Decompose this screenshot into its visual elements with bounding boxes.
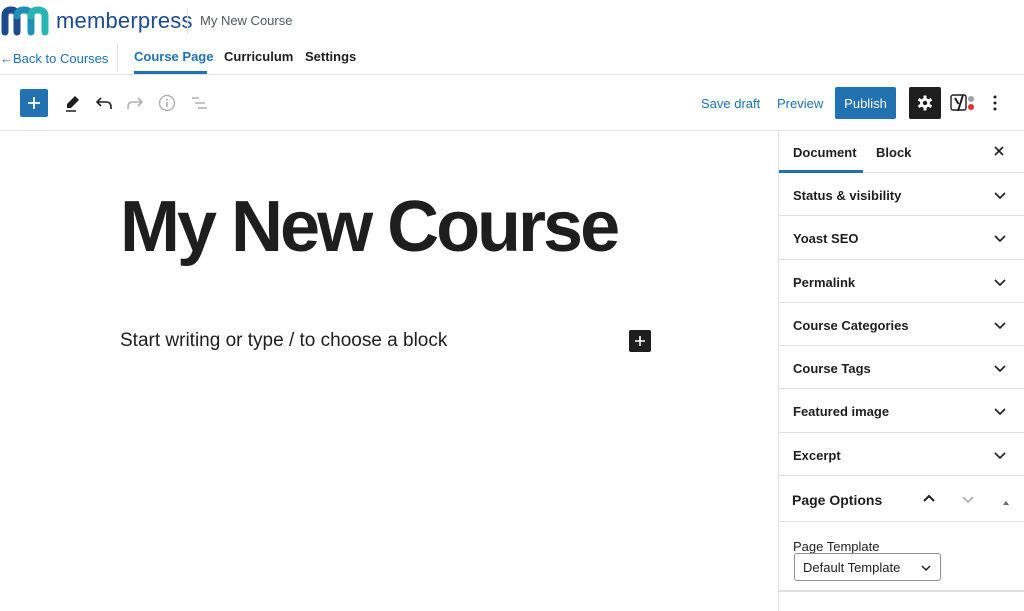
divider [187,8,188,34]
chevron-down-icon [994,235,1006,243]
panel-label: Status & visibility [793,188,902,203]
tab-document[interactable]: Document [793,145,857,160]
close-sidebar-button[interactable] [993,142,1005,162]
block-placeholder[interactable]: Start writing or type / to choose a bloc… [120,330,447,352]
undo-icon [95,97,112,109]
page-options-header: Page Options [779,476,1024,523]
info-icon [158,94,176,112]
tab-course-page[interactable]: Course Page [134,49,213,64]
divider [117,44,118,72]
settings-sidebar: Document Block Status & visibility Yoast… [778,131,1024,611]
panel-featured-image[interactable]: Featured image [779,389,1024,433]
brand-name: memberpress [56,8,193,33]
redo-icon [127,97,144,109]
panel-label: Course Categories [793,317,909,333]
page-template-label: Page Template [793,539,880,555]
chevron-down-icon [994,279,1006,286]
save-draft-button[interactable]: Save draft [701,96,760,111]
chevron-up-icon [923,494,935,502]
publish-button[interactable]: Publish [835,87,896,119]
details-button[interactable] [155,91,179,115]
panel-course-categories[interactable]: Course Categories [779,303,1024,347]
page-options-title: Page Options [792,492,883,509]
post-title[interactable]: My New Course [120,191,620,263]
chevron-down-icon [994,452,1006,459]
chevron-down-icon [994,192,1006,200]
panel-course-tags[interactable]: Course Tags [779,346,1024,390]
toggle-panel-button[interactable] [1002,494,1010,512]
move-down-button[interactable] [961,492,975,511]
editor-canvas: My New Course Start writing or type / to… [0,131,778,611]
panel-label: Yoast SEO [793,231,859,247]
settings-button[interactable] [909,87,941,119]
more-options-button[interactable] [985,91,1005,115]
panel-label: Permalink [793,274,856,290]
top-bar: memberpress My New Course ←Back to Cours… [0,0,1024,75]
collapse-panel-button[interactable] [922,492,936,511]
yoast-button[interactable] [949,91,977,115]
panel-label: Excerpt [793,447,841,463]
page-options-body: Page Template Default Template [779,522,1024,593]
tools-button[interactable] [60,91,84,115]
gear-icon [917,95,933,111]
panel-permalink[interactable]: Permalink [779,260,1024,303]
preview-button[interactable]: Preview [777,96,823,111]
editor-toolbar: Save draft Preview Publish [0,75,1024,131]
memberpress-logo[interactable]: memberpress [0,6,193,36]
plus-icon [635,336,645,346]
add-block-button[interactable] [20,89,48,117]
redo-button[interactable] [123,91,147,115]
more-vertical-icon [993,95,997,111]
chevron-down-icon [921,565,931,572]
page-template-select[interactable]: Default Template [794,553,941,582]
pencil-icon [66,96,79,112]
list-view-icon [192,97,207,109]
page-template-value: Default Template [803,560,901,576]
plus-icon [28,97,40,109]
inline-add-block-button[interactable] [629,330,651,352]
panel-excerpt[interactable]: Excerpt [779,433,1024,477]
panel-label: Course Tags [793,361,871,377]
active-tab-indicator [134,71,207,74]
tab-block[interactable]: Block [876,145,911,160]
chevron-down-icon [994,322,1006,330]
panel-status-visibility[interactable]: Status & visibility [779,173,1024,217]
list-view-button[interactable] [187,91,211,115]
chevron-down-icon [962,496,974,504]
panel-yoast-seo[interactable]: Yoast SEO [779,216,1024,260]
sidebar-tabs: Document Block [779,131,1024,173]
course-name: My New Course [200,13,293,28]
memberpress-m-icon [1,6,49,36]
chevron-down-icon [994,365,1006,373]
tab-curriculum[interactable]: Curriculum [224,49,293,64]
close-icon [994,146,1004,156]
panel-label: Featured image [793,404,890,420]
tab-settings[interactable]: Settings [305,49,356,64]
undo-button[interactable] [92,91,116,115]
yoast-icon [950,94,974,112]
chevron-down-icon [994,408,1006,416]
back-to-courses-link[interactable]: ←Back to Courses [0,51,108,66]
triangle-up-icon [1003,501,1009,506]
